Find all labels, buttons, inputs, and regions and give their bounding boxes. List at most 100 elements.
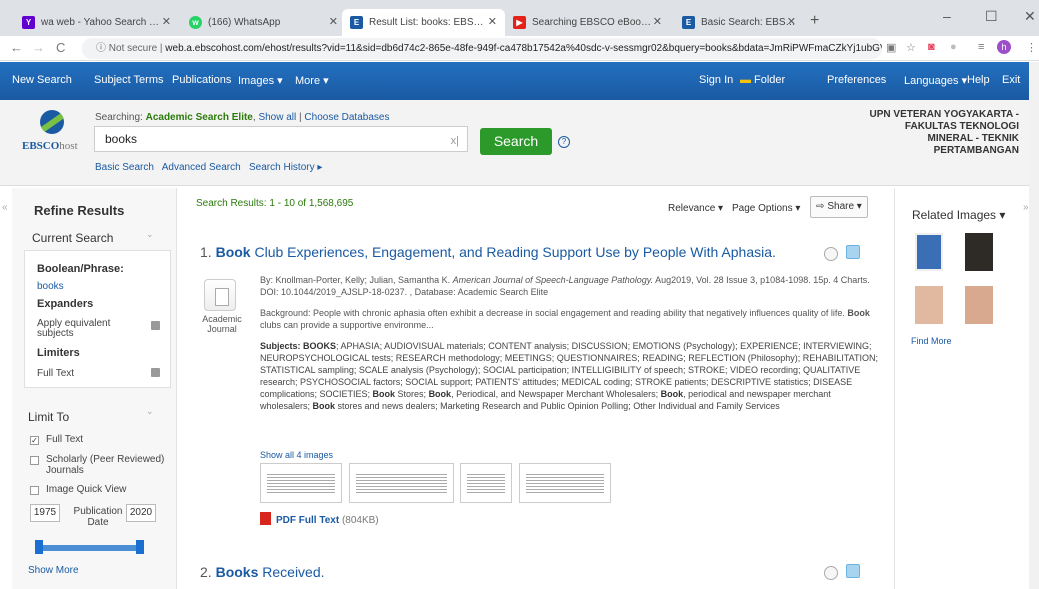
full-text-checkbox[interactable]: ✓ [30,436,39,445]
result-image-thumbnail[interactable] [519,463,611,503]
browser-tab[interactable]: E Basic Search: EBSCOhost ✕ [674,9,804,36]
show-all-images-link[interactable]: Show all 4 images [260,450,333,460]
subject-terms-link[interactable]: Subject Terms [94,74,164,86]
image-quick-view-checkbox[interactable] [30,486,39,495]
refine-results-title: Refine Results [34,203,125,218]
extension-icon[interactable]: ● [950,41,957,53]
remove-limiter-icon[interactable] [151,368,160,377]
whatsapp-favicon-icon: w [189,16,202,29]
relevance-sort-menu[interactable]: Relevance ▾ [668,203,723,214]
related-image-thumbnail[interactable] [915,286,943,324]
ebsco-logo-icon [40,110,64,134]
year-from-input[interactable]: 1975 [30,504,60,522]
forward-icon[interactable]: → [32,40,45,55]
exit-link[interactable]: Exit [1002,74,1020,86]
url-text: web.a.ebscohost.com/ehost/results?vid=11… [165,43,882,54]
find-more-link[interactable]: Find More [911,336,952,346]
show-more-link[interactable]: Show More [28,565,79,576]
reading-list-icon[interactable]: ≡ [978,41,984,53]
academic-journal-icon [204,279,236,311]
current-search-heading[interactable]: Current Search [32,231,113,245]
remove-expander-icon[interactable] [151,321,160,330]
show-all-link[interactable]: Show all [258,112,296,123]
page-scrollbar[interactable] [1029,62,1039,589]
languages-menu[interactable]: Languages ▾ [904,74,967,87]
collapse-left-icon[interactable]: « [2,202,8,213]
collapse-limit-to-icon[interactable]: ⌄ [146,406,154,417]
images-menu[interactable]: Images ▾ [238,74,283,87]
close-window-icon[interactable]: ✕ [1024,8,1036,25]
sign-in-link[interactable]: Sign In [699,74,733,86]
choose-databases-link[interactable]: Choose Databases [304,112,389,123]
collapse-right-icon[interactable]: » [1023,202,1029,213]
date-slider-end-handle[interactable] [136,540,144,554]
preferences-link[interactable]: Preferences [827,74,886,86]
clear-search-icon[interactable]: x| [451,129,459,153]
add-to-folder-icon[interactable] [846,245,860,259]
limit-to-heading[interactable]: Limit To [28,410,69,424]
folder-link[interactable]: Folder [754,74,785,86]
result-image-thumbnail[interactable] [460,463,512,503]
tab-title: Basic Search: EBSCOhost [701,17,796,28]
maximize-icon[interactable]: ☐ [985,8,998,25]
close-tab-icon[interactable]: ✕ [329,15,338,28]
collapse-current-search-icon[interactable]: ⌄ [146,229,154,240]
not-secure-label: Not secure [108,43,158,54]
boolean-phrase-value[interactable]: books [37,281,64,292]
result-image-thumbnail[interactable] [260,463,342,503]
preview-magnifier-icon[interactable] [824,247,838,261]
search-mode-links: Basic Search Advanced Search Search Hist… [95,162,322,173]
related-image-thumbnail[interactable] [915,233,943,271]
tab-title: Searching EBSCO eBooks - T [532,17,652,28]
bookmark-star-icon[interactable]: ☆ [906,41,916,54]
tab-title: Result List: books: EBSCOhost [369,17,489,28]
ebscohost-logo[interactable]: EBSCOhost [22,140,78,152]
search-input[interactable]: books x| [94,126,468,152]
publications-link[interactable]: Publications [172,74,231,86]
ebsco-favicon-icon: E [350,16,363,29]
result-title-1[interactable]: 1. Book Club Experiences, Engagement, an… [200,244,776,260]
close-tab-icon[interactable]: ✕ [162,15,171,28]
minimize-icon[interactable]: – [943,8,951,24]
date-slider-start-handle[interactable] [35,540,43,554]
share-button[interactable]: ⇨ Share ▾ [810,196,868,218]
result-image-thumbnail[interactable] [349,463,454,503]
related-images-heading[interactable]: Related Images ▾ [912,208,1005,222]
close-tab-icon[interactable]: ✕ [787,15,796,28]
search-help-icon[interactable]: ? [558,136,570,148]
more-menu[interactable]: More ▾ [295,74,329,87]
new-search-link[interactable]: New Search [12,74,72,86]
scholarly-checkbox[interactable] [30,456,39,465]
basic-search-link[interactable]: Basic Search [95,162,154,173]
translate-icon[interactable]: ▣ [886,41,896,54]
pocket-icon[interactable]: ◙ [928,41,935,53]
related-images-panel [894,188,1027,589]
related-image-thumbnail[interactable] [965,286,993,324]
year-to-input[interactable]: 2020 [126,504,156,522]
browser-tab[interactable]: w (166) WhatsApp ✕ [181,9,346,36]
date-range-slider[interactable] [35,545,139,551]
close-tab-icon[interactable]: ✕ [488,15,497,28]
menu-kebab-icon[interactable]: ⋮ [1026,41,1037,54]
folder-icon[interactable]: ▬ [740,74,751,86]
youtube-favicon-icon: ▶ [513,16,526,29]
close-tab-icon[interactable]: ✕ [653,15,662,28]
search-button[interactable]: Search [480,128,552,155]
search-history-link[interactable]: Search History ▸ [249,162,322,173]
url-field[interactable]: ⓘ Not secure | web.a.ebscohost.com/ehost… [82,38,882,59]
browser-tab[interactable]: ▶ Searching EBSCO eBooks - T ✕ [505,9,670,36]
new-tab-icon[interactable]: + [810,12,819,30]
add-to-folder-icon[interactable] [846,564,860,578]
back-icon[interactable]: ← [10,40,23,55]
browser-tab[interactable]: Y wa web - Yahoo Search Results ✕ [14,9,179,36]
result-title-2[interactable]: 2. Books Received. [200,564,325,580]
browser-tab-active[interactable]: E Result List: books: EBSCOhost ✕ [342,9,505,36]
profile-avatar-icon[interactable]: h [997,40,1011,54]
page-options-menu[interactable]: Page Options ▾ [732,203,800,214]
related-image-thumbnail[interactable] [965,233,993,271]
pdf-full-text-link[interactable]: PDF Full Text (804KB) [260,512,379,526]
advanced-search-link[interactable]: Advanced Search [162,162,241,173]
help-link[interactable]: Help [967,74,990,86]
preview-magnifier-icon[interactable] [824,566,838,580]
reload-icon[interactable]: C [56,40,65,55]
